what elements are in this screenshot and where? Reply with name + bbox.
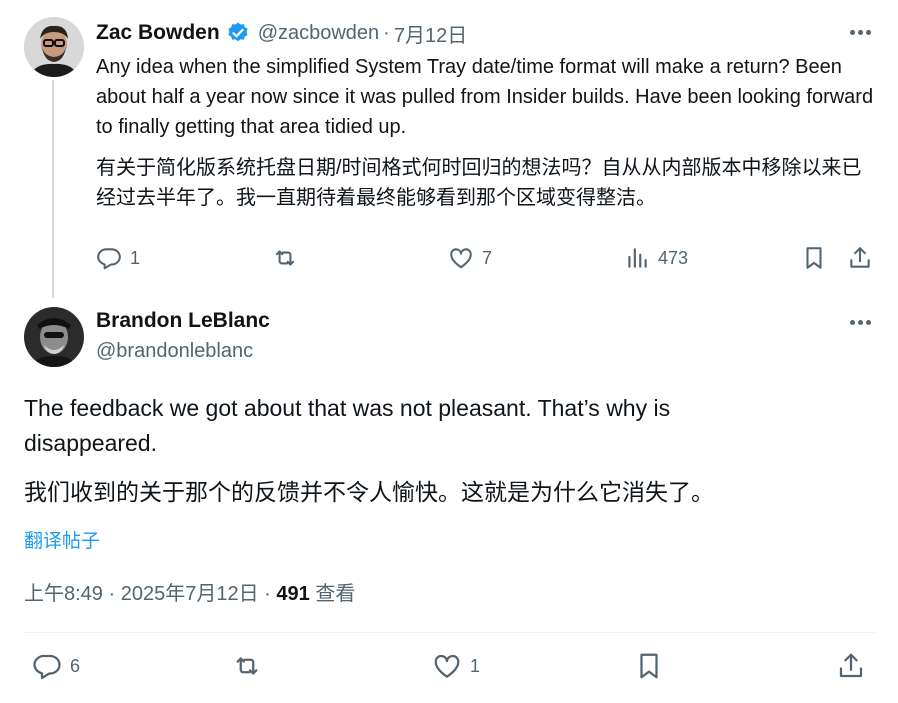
tweet2-actions: 6 1 xyxy=(24,650,876,686)
tweet1-more-icon[interactable] xyxy=(845,20,875,44)
tweet2-author-handle[interactable]: @brandonleblanc xyxy=(96,340,253,363)
tweet1-share-button[interactable] xyxy=(847,242,873,274)
bookmark-icon xyxy=(634,651,664,681)
tweet2-author-name[interactable]: Brandon LeBlanc xyxy=(96,309,270,333)
avatar-zac-bowden[interactable] xyxy=(24,17,84,77)
tweet2-reply-count: 6 xyxy=(70,655,81,676)
tweet2-repost-button[interactable] xyxy=(232,650,262,682)
tweet2-views-count: 491 xyxy=(276,583,310,605)
like-icon xyxy=(448,245,474,271)
reply-icon xyxy=(32,651,62,681)
bookmark-icon xyxy=(801,245,827,271)
tweet-thread: Zac Bowden @zacbowden · 7月12日 Any idea w… xyxy=(0,0,898,703)
tweet1-date[interactable]: 7月12日 xyxy=(394,19,467,48)
tweet1-translation: 有关于简化版系统托盘日期/时间格式何时回归的想法吗？自从从内部版本中移除以来已经… xyxy=(96,157,862,209)
tweet1-reply-count: 1 xyxy=(130,247,141,268)
tweet2-time[interactable]: 上午8:49 xyxy=(24,583,103,605)
reply-icon xyxy=(96,245,122,271)
repost-icon xyxy=(232,651,262,681)
tweet2-reply-button[interactable]: 6 xyxy=(32,650,80,682)
like-icon xyxy=(432,651,462,681)
tweet1-header: Zac Bowden @zacbowden · 7月12日 xyxy=(96,19,467,47)
verified-badge-icon[interactable] xyxy=(226,21,250,45)
tweet2-translation: 我们收到的关于那个的反馈并不令人愉快。这就是为什么它消失了。 xyxy=(24,479,714,505)
tweet1-actions: 1 7 473 xyxy=(96,242,876,274)
tweet2-more-icon[interactable] xyxy=(845,310,875,334)
meta-separator: · xyxy=(108,583,116,605)
tweet1-reply-button[interactable]: 1 xyxy=(96,242,140,274)
tweet2-full-date[interactable]: 2025年7月12日 xyxy=(121,583,259,605)
repost-icon xyxy=(272,245,298,271)
thread-connector-line xyxy=(52,80,54,298)
tweet1-views-button[interactable]: 473 xyxy=(624,242,688,274)
tweet1-text: Any idea when the simplified System Tray… xyxy=(96,56,874,138)
views-icon xyxy=(624,245,650,271)
tweet2-share-button[interactable] xyxy=(836,650,866,682)
meta-separator: · xyxy=(264,583,271,605)
tweet2-like-count: 1 xyxy=(470,655,481,676)
translate-post-link[interactable]: 翻译帖子 xyxy=(24,526,100,553)
share-icon xyxy=(836,651,866,681)
tweet2-meta: 上午8:49 · 2025年7月12日 · 491 查看 xyxy=(24,577,355,606)
share-icon xyxy=(847,245,873,271)
tweet1-repost-button[interactable] xyxy=(272,242,298,274)
tweet1-separator: · xyxy=(383,21,390,44)
tweet1-author-name[interactable]: Zac Bowden xyxy=(96,21,220,45)
tweet1-views-count: 473 xyxy=(658,247,689,268)
tweet2-bookmark-button[interactable] xyxy=(634,650,664,682)
tweet1-bookmark-button[interactable] xyxy=(801,242,827,274)
divider xyxy=(24,632,875,633)
tweet2-text: The feedback we got about that was not p… xyxy=(24,395,671,456)
tweet2-like-button[interactable]: 1 xyxy=(432,650,480,682)
tweet1-like-button[interactable]: 7 xyxy=(448,242,492,274)
tweet2-views-label: 查看 xyxy=(315,583,356,605)
tweet1-author-handle[interactable]: @zacbowden xyxy=(258,22,379,45)
tweet1-like-count: 7 xyxy=(482,247,493,268)
avatar-brandon-leblanc[interactable] xyxy=(24,307,84,367)
